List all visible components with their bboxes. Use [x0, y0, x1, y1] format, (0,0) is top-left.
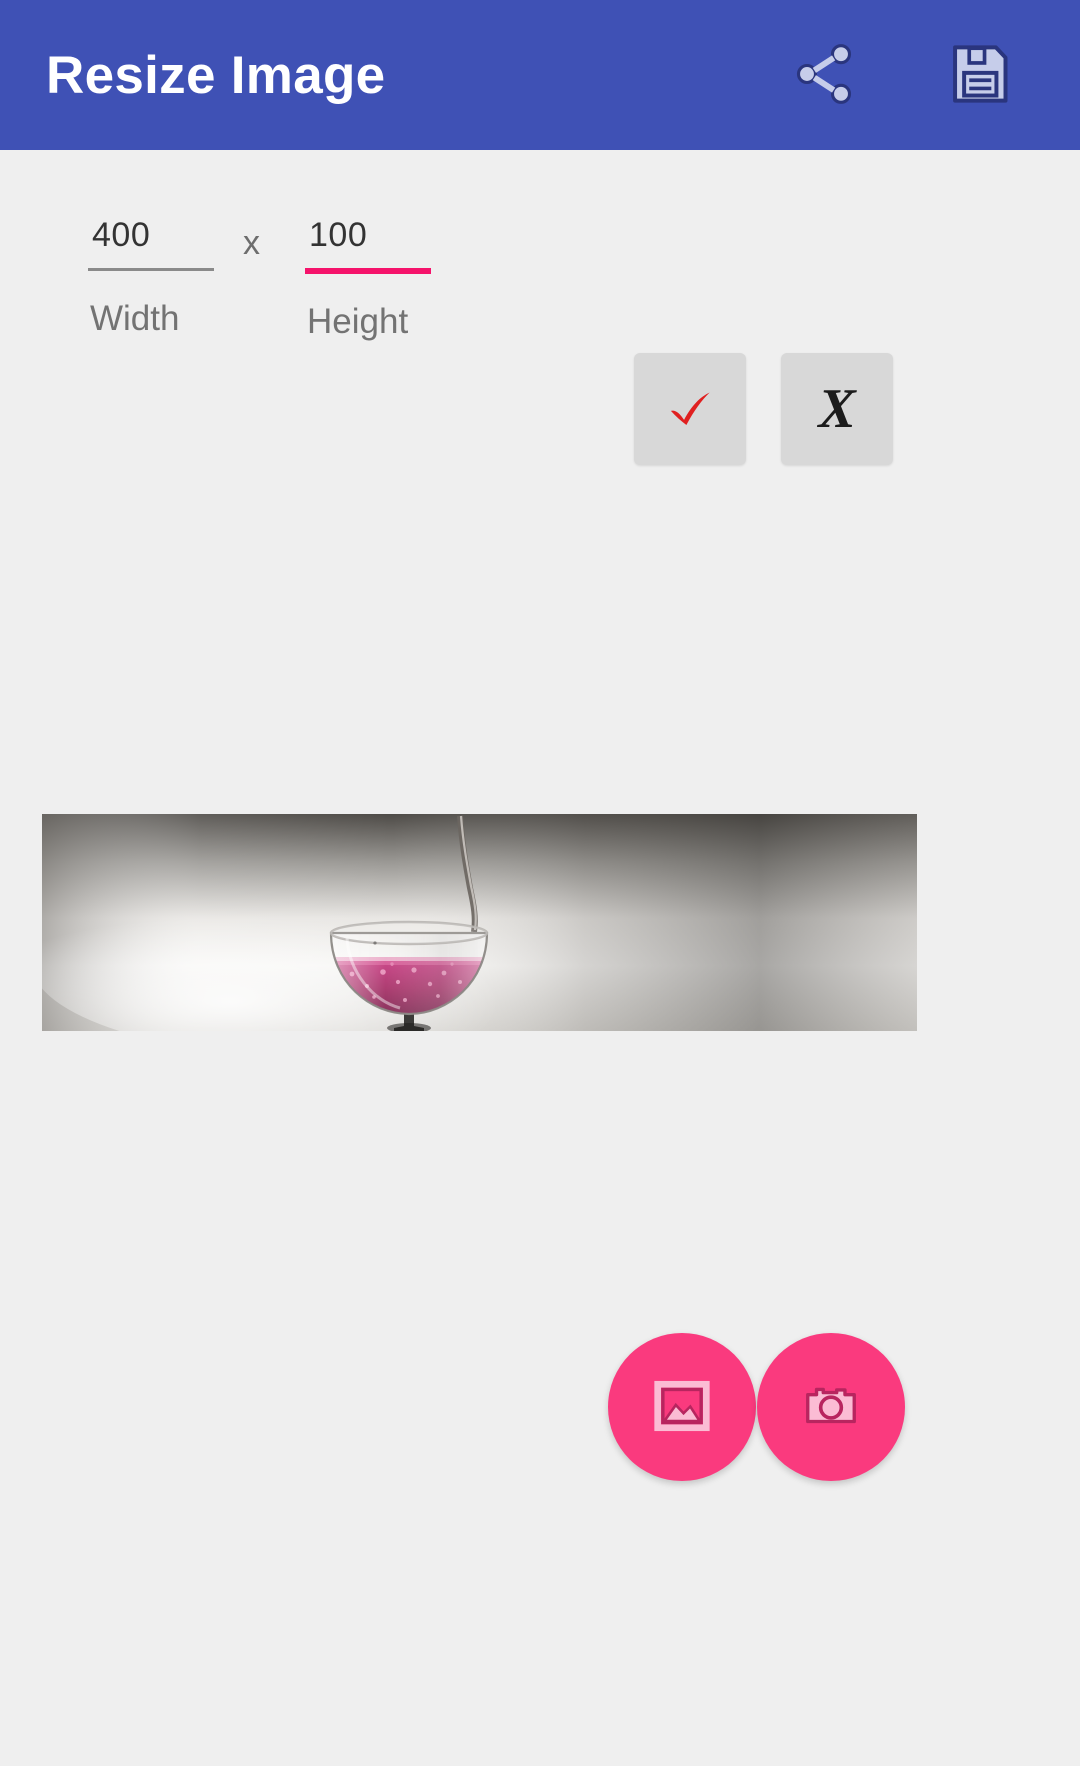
size-input-row: 400 Width x 100 Height X [0, 150, 1080, 465]
resize-image-screen: Resize Image 400 Width x 100 Height X [0, 0, 1080, 1766]
apply-button[interactable] [634, 353, 746, 465]
image-preview[interactable] [42, 814, 917, 1031]
height-input[interactable]: 100 [305, 212, 431, 258]
height-field-group: 100 Height [305, 212, 431, 342]
take-photo-button[interactable] [757, 1333, 905, 1481]
camera-icon [800, 1375, 862, 1440]
width-input[interactable]: 400 [88, 212, 214, 258]
width-field-group: 400 Width [88, 212, 214, 339]
width-label: Width [90, 299, 180, 338]
toolbar-actions [782, 33, 1022, 117]
pick-from-gallery-button[interactable] [608, 1333, 756, 1481]
app-toolbar: Resize Image [0, 0, 1080, 150]
preview-canvas [42, 814, 917, 1031]
share-button[interactable] [782, 33, 866, 117]
cancel-button[interactable]: X [781, 353, 893, 465]
share-icon [790, 40, 858, 111]
height-label: Height [307, 302, 409, 341]
save-icon [946, 40, 1014, 111]
check-icon [659, 377, 721, 442]
page-title: Resize Image [46, 45, 386, 105]
height-input-underline [305, 268, 431, 274]
close-icon: X [818, 378, 856, 440]
dimension-separator: x [243, 224, 260, 262]
width-input-underline [88, 268, 214, 271]
save-button[interactable] [938, 33, 1022, 117]
image-icon [651, 1375, 713, 1440]
